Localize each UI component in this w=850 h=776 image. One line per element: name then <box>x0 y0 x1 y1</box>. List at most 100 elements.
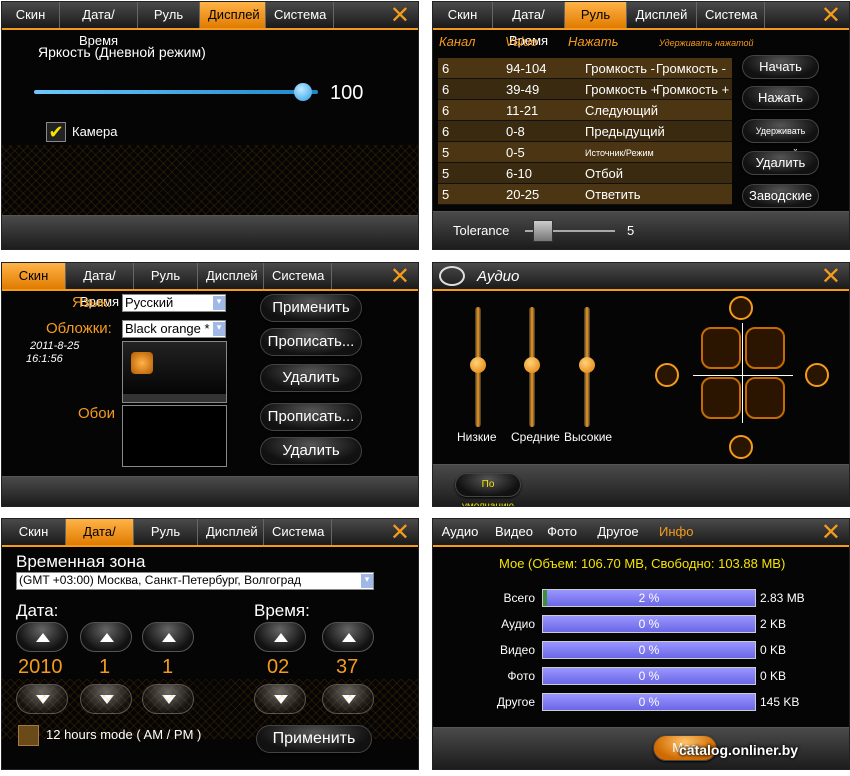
tab-skin[interactable]: Скин <box>2 2 60 28</box>
date-label: Дата: <box>16 601 59 620</box>
table-row[interactable]: 5 20-25 Ответить <box>438 184 732 205</box>
apply-button[interactable]: Применить <box>260 294 362 322</box>
tab-wheel[interactable]: Руль <box>138 2 200 28</box>
tab-wheel[interactable]: Руль <box>565 2 627 28</box>
close-icon[interactable]: ✕ <box>821 3 841 29</box>
tab-video[interactable]: Видео <box>487 519 539 545</box>
tab-system[interactable]: Система <box>264 263 332 289</box>
tab-audio[interactable]: Аудио <box>433 519 487 545</box>
tab-photo[interactable]: Фото <box>539 519 585 545</box>
table-row[interactable]: 6 11-21 Следующий <box>438 100 732 121</box>
month-value: 1 <box>99 656 111 678</box>
bass-knob[interactable] <box>470 357 486 373</box>
language-label: Язык: <box>72 294 112 311</box>
arrow-left-icon[interactable] <box>655 363 679 387</box>
arrow-right-icon[interactable] <box>805 363 829 387</box>
language-select[interactable]: Русский ▾ <box>122 294 226 312</box>
tab-wheel[interactable]: Руль <box>134 519 198 545</box>
tab-system[interactable]: Система <box>266 2 334 28</box>
chevron-down-icon: ▾ <box>361 574 373 588</box>
close-icon[interactable]: ✕ <box>821 520 841 546</box>
tab-system[interactable]: Система <box>697 2 765 28</box>
hold-button[interactable]: Удерживать нажатой <box>742 119 819 158</box>
tab-datetime[interactable]: Дата/Время <box>60 2 138 48</box>
close-icon[interactable]: ✕ <box>390 520 410 546</box>
skins-value: Black orange * <box>125 321 210 336</box>
col-header-hold: Удерживать нажатой <box>659 38 754 48</box>
close-icon[interactable]: ✕ <box>821 264 841 290</box>
arrow-up-icon[interactable] <box>729 296 753 320</box>
tab-display[interactable]: Дисплей <box>198 519 264 545</box>
year-value: 2010 <box>18 656 63 678</box>
table-cell: 0-8 <box>506 124 525 139</box>
bottom-bar: Мое catalog.onliner.by <box>433 727 849 769</box>
tab-datetime[interactable]: Дата/Время <box>66 263 134 309</box>
table-cell: 6 <box>442 103 450 118</box>
storage-row-label: Другое <box>496 695 535 709</box>
skins-label: Обложки: <box>46 320 112 337</box>
close-icon[interactable]: ✕ <box>390 264 410 290</box>
table-cell: Предыдущий <box>585 124 665 139</box>
table-cell: 6-10 <box>506 166 533 181</box>
hour-up-button[interactable] <box>254 622 306 652</box>
timezone-select[interactable]: (GMT +03:00) Москва, Санкт-Петербург, Во… <box>16 572 374 590</box>
table-row[interactable]: 5 6-10 Отбой <box>438 163 732 184</box>
balance-hline <box>693 375 793 376</box>
arrow-down-icon[interactable] <box>729 435 753 459</box>
table-cell: Громкость - <box>656 61 726 76</box>
info-panel: Аудио Видео Фото Другое Инфо ✕ Мое (Объе… <box>432 518 850 770</box>
register-button[interactable]: Прописать... <box>260 328 362 356</box>
tab-display[interactable]: Дисплей <box>200 2 266 28</box>
start-button[interactable]: Начать <box>742 55 819 79</box>
storage-row-label: Видео <box>499 643 535 657</box>
tab-skin[interactable]: Скин <box>2 263 66 289</box>
tab-datetime[interactable]: Дата/Время <box>66 519 134 565</box>
title-bar: Аудио <box>433 263 849 291</box>
table-row[interactable]: 6 39-49 Громкость + Громкость + <box>438 79 732 100</box>
seat-icon <box>701 377 741 419</box>
usage-bar: 0 % <box>542 693 756 711</box>
year-up-button[interactable] <box>16 622 68 652</box>
timezone-label: Временная зона <box>16 552 146 571</box>
table-cell: 5 <box>442 145 450 160</box>
table-row[interactable]: 6 0-8 Предыдущий <box>438 121 732 142</box>
day-up-button[interactable] <box>142 622 194 652</box>
month-up-button[interactable] <box>80 622 132 652</box>
press-button[interactable]: Нажать <box>742 86 819 110</box>
table-row[interactable]: 6 94-104 Громкость - Громкость - <box>438 58 732 79</box>
table-row[interactable]: 5 0-5 Источник/Режим <box>438 142 732 163</box>
delete-wallpaper-button[interactable]: Удалить <box>260 437 362 465</box>
tab-info[interactable]: Инфо <box>651 519 701 545</box>
tab-skin[interactable]: Скин <box>433 2 493 28</box>
apply-button[interactable]: Применить <box>256 725 372 753</box>
delete-button[interactable]: Удалить <box>742 151 819 175</box>
factory-button[interactable]: Заводские <box>742 184 819 208</box>
tab-skin[interactable]: Скин <box>2 519 66 545</box>
treble-knob[interactable] <box>579 357 595 373</box>
tab-display[interactable]: Дисплей <box>627 2 697 28</box>
camera-checkbox[interactable]: ✔ <box>46 122 66 142</box>
minute-up-button[interactable] <box>322 622 374 652</box>
tolerance-knob[interactable] <box>533 220 553 242</box>
tab-display[interactable]: Дисплей <box>198 263 264 289</box>
tab-other[interactable]: Другое <box>585 519 651 545</box>
close-icon[interactable]: ✕ <box>390 3 410 29</box>
brightness-label: Яркость (Дневной режим) <box>38 44 206 60</box>
table-cell: 6 <box>442 124 450 139</box>
skins-select[interactable]: Black orange * ▾ <box>122 320 226 338</box>
tab-wheel[interactable]: Руль <box>134 263 198 289</box>
mid-knob[interactable] <box>524 357 540 373</box>
mid-label: Средние <box>511 430 560 444</box>
time-text: 16:1:56 <box>26 353 63 365</box>
hour-value: 02 <box>267 656 290 678</box>
tab-system[interactable]: Система <box>264 519 332 545</box>
register-wallpaper-button[interactable]: Прописать... <box>260 403 362 431</box>
delete-button[interactable]: Удалить <box>260 364 362 392</box>
tab-datetime[interactable]: Дата/Время <box>493 2 565 48</box>
slider-knob[interactable] <box>294 83 312 101</box>
hours-mode-checkbox[interactable] <box>18 725 39 746</box>
brightness-slider[interactable] <box>34 90 318 94</box>
col-header-press: Нажать <box>568 34 619 49</box>
default-button[interactable]: По умолчанию <box>455 473 521 506</box>
table-cell: Громкость + <box>585 82 659 97</box>
